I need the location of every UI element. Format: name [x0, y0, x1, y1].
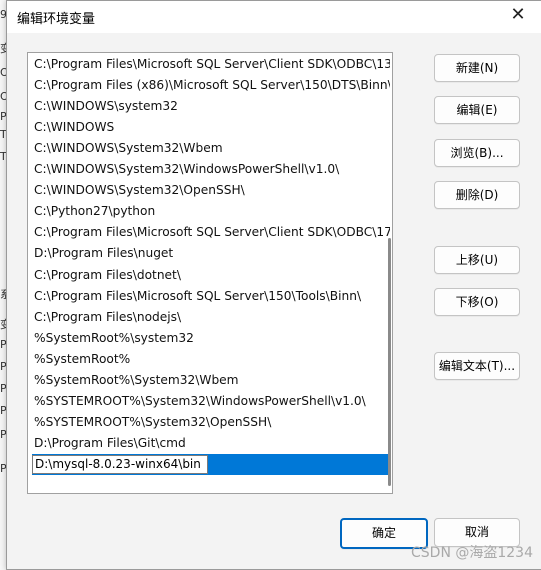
list-item[interactable]: %SystemRoot%\system32 [34, 328, 390, 349]
list-item[interactable]: C:\WINDOWS\System32\OpenSSH\ [34, 180, 390, 201]
browse-button[interactable]: 浏览(B)... [434, 139, 520, 167]
path-edit-field[interactable]: D:\mysql-8.0.23-winx64\bin [32, 454, 208, 474]
edit-env-variable-dialog: 编辑环境变量 ✕ C:\Program Files\Microsoft SQL … [6, 0, 541, 570]
list-item[interactable]: C:\Program Files\nodejs\ [34, 307, 390, 328]
list-item[interactable]: C:\Python27\python [34, 201, 390, 222]
list-item[interactable]: %SYSTEMROOT%\System32\WindowsPowerShell\… [34, 391, 390, 412]
edit-text-button[interactable]: 编辑文本(T)... [434, 352, 520, 380]
title-bar: 编辑环境变量 ✕ [7, 1, 541, 33]
list-item[interactable]: D:\Program Files\Git\cmd [34, 433, 390, 454]
list-scrollbar[interactable] [388, 238, 391, 486]
list-item[interactable]: C:\Program Files (x86)\Microsoft SQL Ser… [34, 75, 390, 96]
edit-button[interactable]: 编辑(E) [434, 96, 520, 124]
list-item[interactable]: C:\WINDOWS [34, 117, 390, 138]
list-item[interactable]: C:\Program Files\dotnet\ [34, 265, 390, 286]
dialog-title: 编辑环境变量 [17, 12, 96, 27]
move-up-button[interactable]: 上移(U) [434, 246, 520, 274]
list-item[interactable]: C:\Program Files\Microsoft SQL Server\15… [34, 286, 390, 307]
list-item-selected[interactable]: D:\mysql-8.0.23-winx64\bin [32, 453, 388, 475]
path-list[interactable]: C:\Program Files\Microsoft SQL Server\Cl… [27, 52, 393, 494]
close-icon[interactable]: ✕ [509, 6, 527, 24]
new-button[interactable]: 新建(N) [434, 54, 520, 82]
list-item[interactable]: %SYSTEMROOT%\System32\OpenSSH\ [34, 412, 390, 433]
watermark: CSDN @海盗1234 [411, 545, 533, 561]
list-item[interactable]: C:\WINDOWS\System32\Wbem [34, 138, 390, 159]
list-item[interactable]: D:\Program Files\nuget [34, 243, 390, 264]
delete-button[interactable]: 删除(D) [434, 181, 520, 209]
list-item[interactable]: C:\Program Files\Microsoft SQL Server\Cl… [34, 54, 390, 75]
list-item[interactable]: C:\Program Files\Microsoft SQL Server\Cl… [34, 222, 390, 243]
list-item[interactable]: %SystemRoot% [34, 349, 390, 370]
list-item[interactable]: C:\WINDOWS\system32 [34, 96, 390, 117]
move-down-button[interactable]: 下移(O) [434, 288, 520, 316]
list-item[interactable]: %SystemRoot%\System32\Wbem [34, 370, 390, 391]
list-item[interactable]: C:\WINDOWS\System32\WindowsPowerShell\v1… [34, 159, 390, 180]
